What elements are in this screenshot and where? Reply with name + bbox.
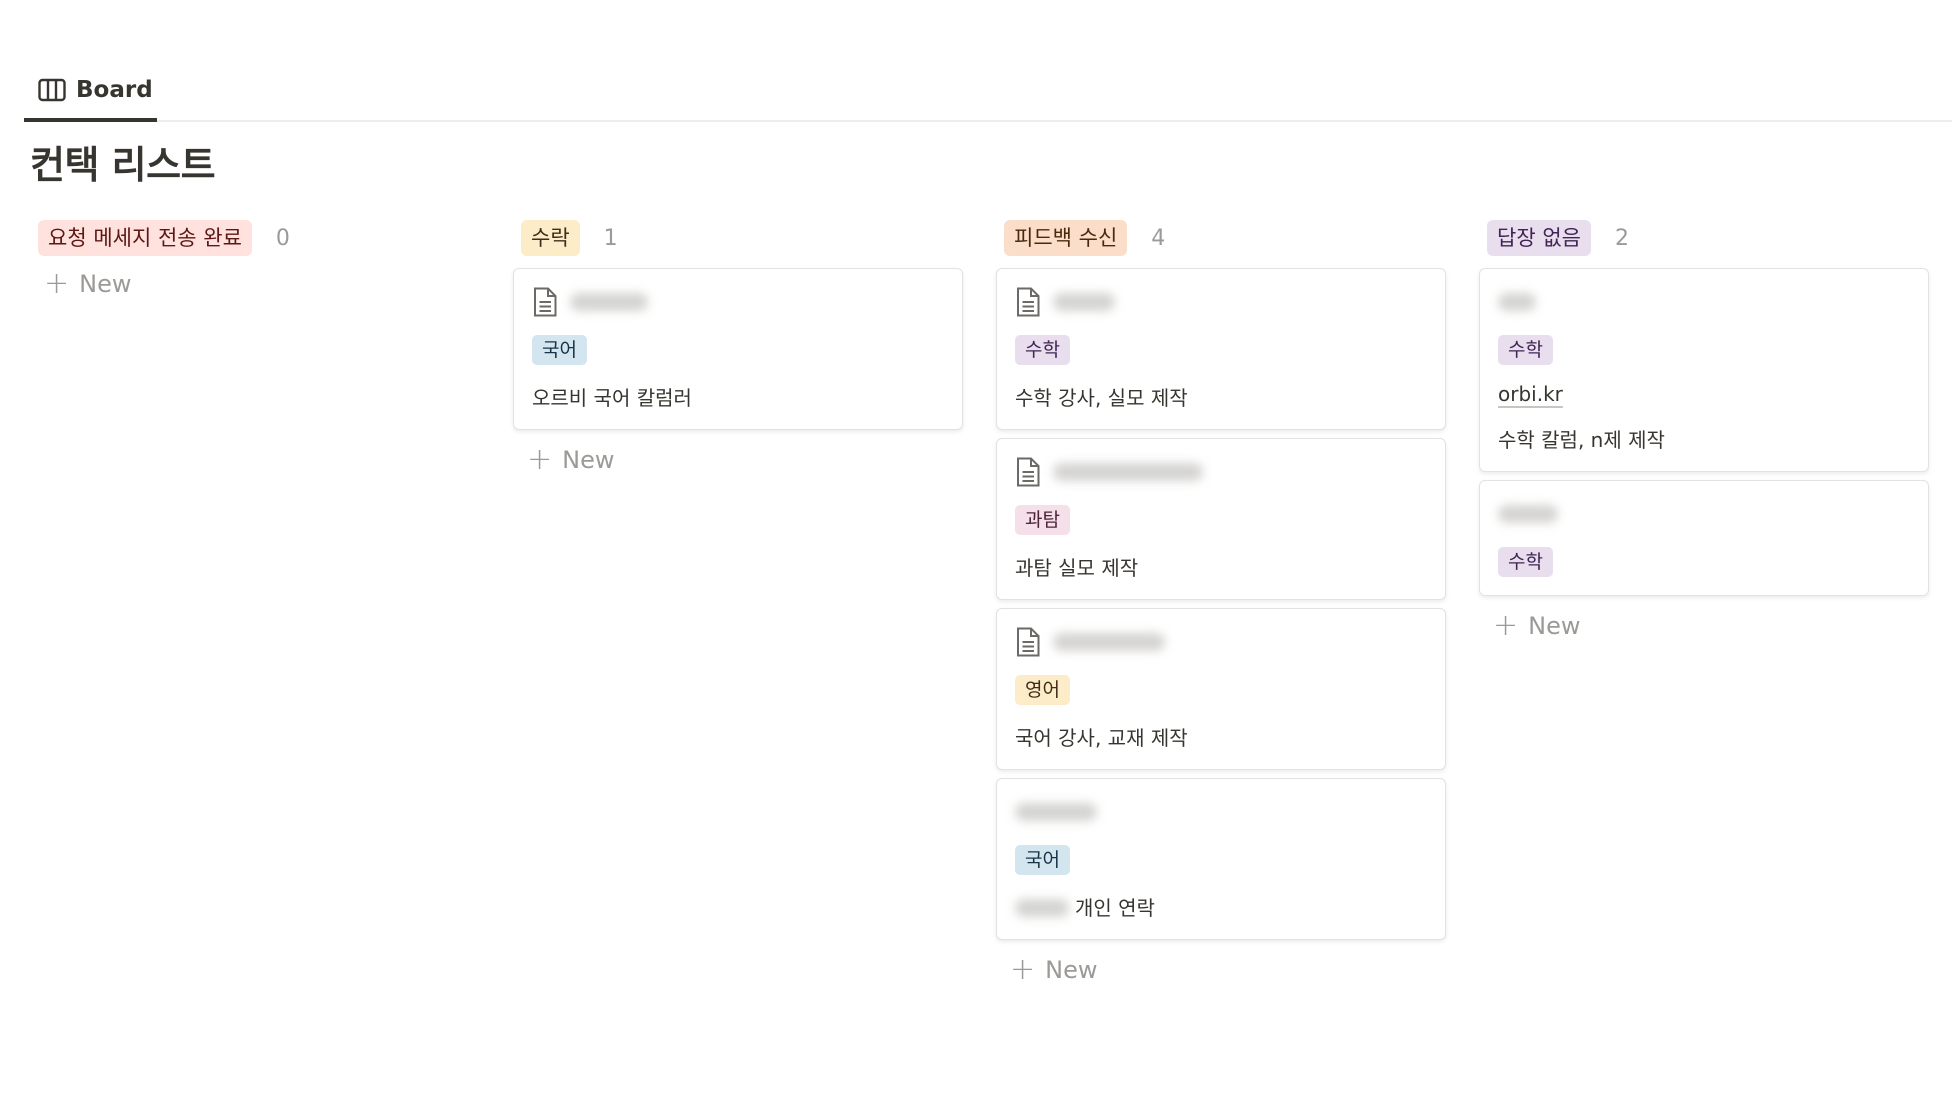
redacted-name — [1015, 899, 1069, 917]
contact-card[interactable]: 수학 수학 강사, 실모 제작 — [996, 268, 1446, 430]
new-card-button[interactable]: + New — [30, 262, 480, 306]
card-title-row — [1015, 283, 1427, 321]
page-icon — [534, 287, 557, 317]
subject-tag: 수학 — [1015, 335, 1070, 365]
subject-tag: 영어 — [1015, 675, 1070, 705]
card-description: 오르비 국어 칼럼러 — [532, 386, 692, 410]
card-title-row — [1498, 495, 1910, 533]
new-card-label: New — [79, 270, 132, 298]
redacted-card-title — [1053, 633, 1165, 651]
subject-tag: 수학 — [1498, 547, 1553, 577]
tab-board[interactable]: Board — [24, 60, 157, 122]
group-label-request-sent[interactable]: 요청 메세지 전송 완료 — [38, 220, 252, 256]
page-title: 컨택 리스트 — [30, 143, 216, 187]
plus-icon: + — [1493, 608, 1519, 643]
card-description-text: 개인 연락 — [1075, 896, 1155, 920]
column-header: 수락 1 — [513, 218, 963, 258]
redacted-card-title — [1498, 293, 1536, 311]
contact-card[interactable]: 국어 오르비 국어 칼럼러 — [513, 268, 963, 430]
card-title-row — [1015, 453, 1427, 491]
subject-tag: 국어 — [1015, 845, 1070, 875]
group-count: 1 — [603, 225, 618, 251]
contact-card[interactable]: 수학 orbi.kr 수학 칼럼, n제 제작 — [1479, 268, 1929, 472]
redacted-card-title — [1053, 293, 1115, 311]
column-request-sent: 요청 메세지 전송 완료 0 + New — [30, 218, 480, 992]
card-description: 과탐 실모 제작 — [1015, 556, 1139, 580]
card-description: 국어 강사, 교재 제작 — [1015, 726, 1188, 750]
column-header: 요청 메세지 전송 완료 0 — [30, 218, 480, 258]
card-title-row — [1015, 623, 1427, 661]
group-label-feedback-received[interactable]: 피드백 수신 — [1004, 220, 1128, 256]
group-count: 4 — [1151, 225, 1166, 251]
tab-board-label: Board — [76, 77, 153, 103]
new-card-button[interactable]: + New — [996, 948, 1446, 992]
card-title-row — [1015, 793, 1427, 831]
view-tabbar: Board — [24, 60, 1952, 122]
plus-icon: + — [1010, 952, 1036, 987]
group-count: 2 — [1614, 225, 1629, 251]
card-title-row — [1498, 283, 1910, 321]
redacted-card-title — [1015, 803, 1097, 821]
contact-card[interactable]: 과탐 과탐 실모 제작 — [996, 438, 1446, 600]
page-icon — [1017, 457, 1040, 487]
redacted-card-title — [570, 293, 648, 311]
contact-card[interactable]: 영어 국어 강사, 교재 제작 — [996, 608, 1446, 770]
card-description: 개인 연락 — [1015, 895, 1427, 921]
subject-tag: 수학 — [1498, 335, 1553, 365]
group-count: 0 — [275, 225, 290, 251]
column-no-reply: 답장 없음 2 수학 orbi.kr 수학 칼럼, n제 제작 수학 + New — [1479, 218, 1929, 992]
column-feedback-received: 피드백 수신 4 수학 수학 강사, 실모 제작 과탐 과탐 실모 제작 영어 … — [996, 218, 1446, 992]
column-header: 답장 없음 2 — [1479, 218, 1929, 258]
card-description: 수학 강사, 실모 제작 — [1015, 386, 1188, 410]
contact-card[interactable]: 수학 — [1479, 480, 1929, 596]
column-header: 피드백 수신 4 — [996, 218, 1446, 258]
new-card-label: New — [1045, 956, 1098, 984]
redacted-card-title — [1053, 463, 1203, 481]
card-url-link[interactable]: orbi.kr — [1498, 381, 1910, 407]
plus-icon: + — [44, 266, 70, 301]
subject-tag: 과탐 — [1015, 505, 1070, 535]
redacted-card-title — [1498, 505, 1558, 523]
subject-tag: 국어 — [532, 335, 587, 365]
plus-icon: + — [527, 442, 553, 477]
kanban-board: 요청 메세지 전송 완료 0 + New 수락 1 국어 오르비 국어 칼럼러 … — [30, 218, 1929, 992]
page-icon — [1017, 627, 1040, 657]
contact-card[interactable]: 국어 개인 연락 — [996, 778, 1446, 940]
page-icon — [1017, 287, 1040, 317]
card-description: 수학 칼럼, n제 제작 — [1498, 428, 1665, 452]
board-view-icon — [38, 78, 66, 102]
new-card-button[interactable]: + New — [1479, 604, 1929, 648]
card-title-row — [532, 283, 944, 321]
new-card-label: New — [562, 446, 615, 474]
group-label-accepted[interactable]: 수락 — [521, 220, 580, 256]
new-card-label: New — [1528, 612, 1581, 640]
group-label-no-reply[interactable]: 답장 없음 — [1487, 220, 1591, 256]
new-card-button[interactable]: + New — [513, 438, 963, 482]
column-accepted: 수락 1 국어 오르비 국어 칼럼러 + New — [513, 218, 963, 992]
